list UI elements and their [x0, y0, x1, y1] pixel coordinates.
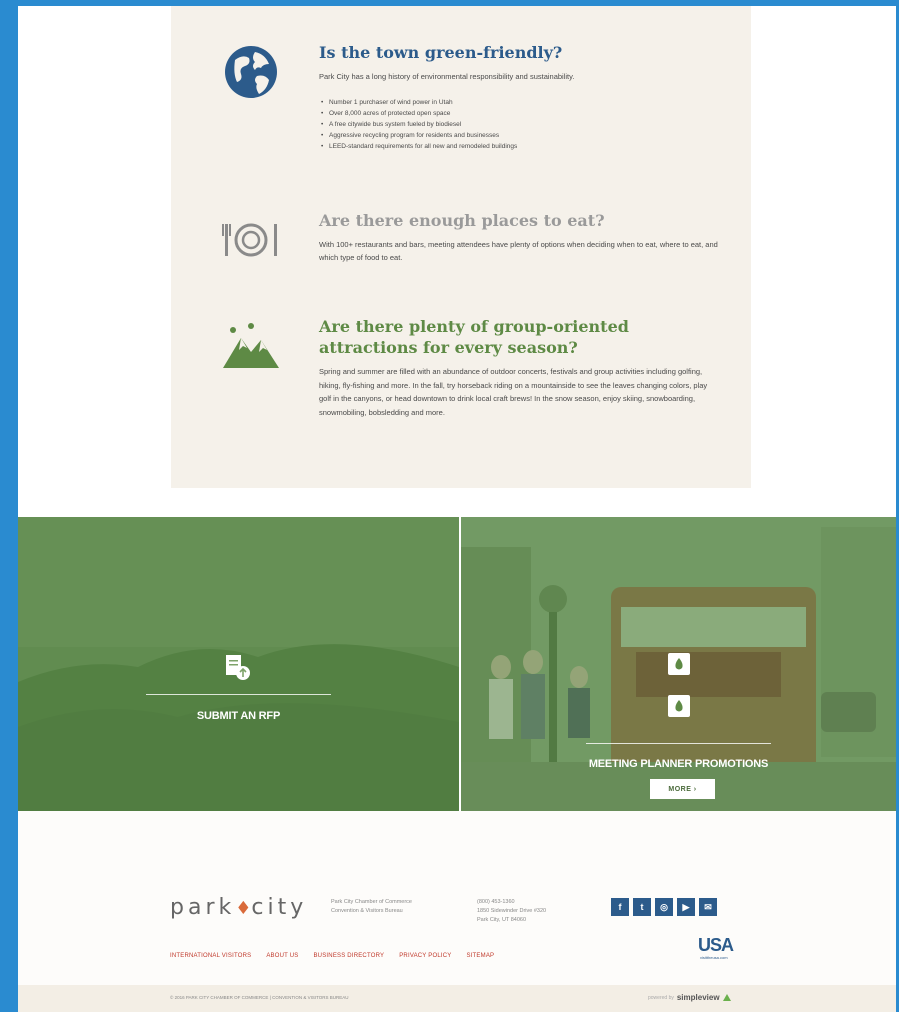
drop-logo-icon	[675, 700, 683, 712]
usa-logo[interactable]: USA	[698, 935, 734, 956]
instagram-icon[interactable]: ◎	[655, 898, 673, 916]
email-icon[interactable]: ✉	[699, 898, 717, 916]
faq-question: Are there plenty of group-oriented attra…	[319, 317, 629, 357]
powered-by[interactable]: powered by simpleview	[648, 993, 731, 1002]
international-visitors-link[interactable]: INTERNATIONAL VISITORS	[170, 953, 251, 959]
faq-body: Are there plenty of group-oriented attra…	[319, 316, 719, 419]
faq-answer: With 100+ restaurants and bars, meeting …	[319, 240, 718, 262]
promo-band: SUBMIT AN RFP MEETING PLANNER PROMOTIONS…	[18, 517, 896, 811]
list-item: LEED-standard requirements for all new a…	[319, 141, 719, 152]
globe-icon	[225, 46, 277, 98]
page: Is the town green-friendly? Park City ha…	[18, 6, 896, 1012]
facebook-icon[interactable]: f	[611, 898, 629, 916]
org-line: Park City Chamber of Commerce	[331, 899, 412, 905]
mountain-icon	[223, 323, 279, 368]
address-line: Park City, UT 84060	[477, 917, 527, 923]
business-directory-link[interactable]: BUSINESS DIRECTORY	[313, 953, 384, 959]
youtube-icon[interactable]: ▶	[677, 898, 695, 916]
document-upload-icon	[226, 655, 250, 680]
logo-text-right: city	[251, 895, 308, 920]
list-item: Aggressive recycling program for residen…	[319, 130, 719, 141]
meeting-planner-label: MEETING PLANNER PROMOTIONS	[588, 758, 769, 770]
usa-logo-caption: visittheusa.com	[700, 955, 728, 960]
divider	[586, 743, 771, 744]
org-line: Convention & Visitors Bureau	[331, 908, 403, 914]
more-button[interactable]: MORE ›	[650, 779, 715, 799]
faq-answer: Park City has a long history of environm…	[319, 72, 575, 81]
drop-logo-icon: ♦	[235, 898, 252, 919]
drop-logo-icon	[675, 658, 683, 670]
logo-text-left: park	[170, 895, 236, 920]
divider	[146, 694, 331, 695]
privacy-policy-link[interactable]: PRIVACY POLICY	[399, 953, 451, 959]
plate-icon	[222, 223, 277, 257]
legal-bar: © 2016 PARK CITY CHAMBER OF COMMERCE | C…	[18, 985, 896, 1012]
faq-question: Are there enough places to eat?	[319, 211, 605, 230]
organization-name: Park City Chamber of Commerce Convention…	[331, 898, 471, 916]
meeting-promotions-tile[interactable]: MEETING PLANNER PROMOTIONS MORE ›	[461, 517, 896, 811]
powered-by-label: powered by	[648, 994, 674, 1001]
phone-number[interactable]: (800) 453-1360	[477, 898, 577, 907]
faq-bullet-list: Number 1 purchaser of wind power in Utah…	[319, 97, 719, 152]
faq-body: Is the town green-friendly? Park City ha…	[319, 42, 719, 152]
footer-links: INTERNATIONAL VISITORS ABOUT US BUSINESS…	[170, 953, 494, 959]
address-line: 1850 Sidewinder Drive #320	[477, 908, 547, 914]
submit-rfp-tile[interactable]: SUBMIT AN RFP	[18, 517, 459, 811]
park-city-badge-icon	[668, 653, 690, 675]
park-city-logo[interactable]: park♦city	[170, 895, 307, 920]
simpleview-logo: simpleview	[676, 993, 720, 1002]
park-city-badge-icon	[668, 695, 690, 717]
simpleview-mark-icon	[722, 994, 731, 1001]
about-us-link[interactable]: ABOUT US	[266, 953, 298, 959]
faq-answer: Spring and summer are filled with an abu…	[319, 367, 708, 417]
social-links: f t ◎ ▶ ✉	[611, 898, 717, 916]
list-item: Number 1 purchaser of wind power in Utah	[319, 97, 719, 108]
faq-body: Are there enough places to eat? With 100…	[319, 210, 719, 264]
faq-section: Is the town green-friendly? Park City ha…	[171, 6, 751, 488]
sitemap-link[interactable]: SITEMAP	[466, 953, 494, 959]
twitter-icon[interactable]: t	[633, 898, 651, 916]
address-block: (800) 453-1360 1850 Sidewinder Drive #32…	[477, 898, 577, 925]
list-item: Over 8,000 acres of protected open space	[319, 108, 719, 119]
footer: park♦city Park City Chamber of Commerce …	[18, 811, 896, 1012]
list-item: A free citywide bus system fueled by bio…	[319, 119, 719, 130]
copyright-text: © 2016 PARK CITY CHAMBER OF COMMERCE | C…	[170, 995, 349, 1000]
faq-question: Is the town green-friendly?	[319, 43, 563, 62]
submit-rfp-label: SUBMIT AN RFP	[196, 710, 281, 722]
